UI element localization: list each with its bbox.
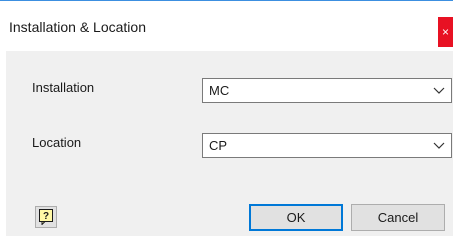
cancel-button[interactable]: Cancel [351, 204, 445, 231]
close-button[interactable]: × [438, 17, 453, 47]
chevron-down-icon [433, 87, 445, 94]
installation-label: Installation [32, 80, 95, 95]
help-button[interactable]: ? [35, 206, 57, 228]
location-value: CP [209, 138, 228, 153]
location-select[interactable]: CP [202, 133, 452, 158]
dialog-title: Installation & Location [9, 19, 146, 35]
close-icon: × [442, 25, 450, 39]
svg-text:?: ? [43, 211, 49, 222]
installation-select[interactable]: MC [202, 78, 452, 103]
installation-value: MC [209, 83, 230, 98]
ok-button[interactable]: OK [249, 204, 343, 231]
dialog-body: Installation MC Location CP ? OK Cancel [6, 51, 453, 236]
location-label: Location [32, 135, 82, 150]
chevron-down-icon [433, 142, 445, 149]
help-icon: ? [39, 209, 53, 225]
installation-location-dialog: Installation & Location × Installation M… [0, 0, 453, 241]
title-bar[interactable]: Installation & Location × [0, 1, 453, 51]
